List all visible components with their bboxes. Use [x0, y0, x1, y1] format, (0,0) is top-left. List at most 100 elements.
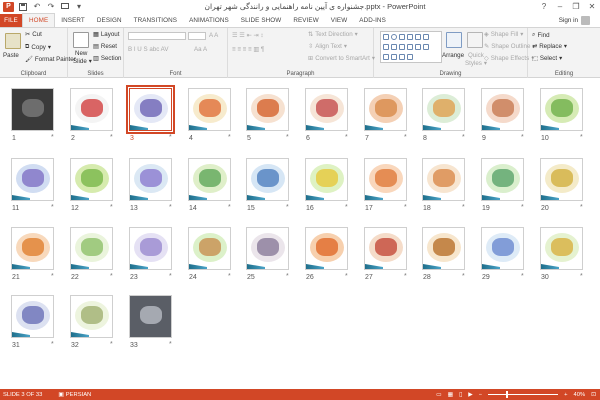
slide-thumbnail[interactable] [188, 227, 231, 270]
slide-thumbnail[interactable] [126, 85, 175, 134]
slide-thumbnail[interactable] [70, 295, 113, 338]
new-slide-button[interactable]: New [75, 50, 87, 57]
rounded-rect-shape-icon[interactable] [383, 44, 389, 50]
slide-thumbnail[interactable] [11, 88, 54, 131]
hexagon-shape-icon[interactable] [415, 44, 421, 50]
close-icon[interactable]: ✕ [584, 0, 600, 13]
rectangle-shape-icon[interactable] [383, 34, 389, 40]
quick-styles-icon[interactable] [467, 32, 483, 48]
new-slide-dropdown[interactable]: Slide ▾ [73, 58, 92, 65]
save-icon[interactable] [18, 2, 28, 12]
tab-insert[interactable]: INSERT [55, 14, 91, 27]
slide-sorter-view-icon[interactable]: ▦ [448, 392, 453, 398]
font-style-buttons[interactable]: B I U S abc AV [128, 46, 168, 53]
cut-button[interactable]: ✂ Cut [25, 31, 42, 38]
slide-thumbnail[interactable] [246, 227, 289, 270]
zoom-slider[interactable] [488, 391, 559, 398]
pentagon-shape-icon[interactable] [383, 54, 389, 60]
tab-slide-show[interactable]: SLIDE SHOW [235, 14, 288, 27]
slide-transition-star-icon[interactable]: * [404, 134, 407, 141]
slide-transition-star-icon[interactable]: * [51, 204, 54, 211]
zoom-level[interactable]: 40% [574, 392, 586, 398]
text-direction-button[interactable]: ⇅ Text Direction ▾ [308, 31, 358, 38]
triangle-shape-icon[interactable] [415, 34, 421, 40]
redo-icon[interactable]: ↷ [46, 2, 56, 12]
zoom-out-icon[interactable]: − [479, 392, 482, 398]
slide-transition-star-icon[interactable]: * [521, 273, 524, 280]
slide-thumbnail[interactable] [70, 158, 113, 201]
slide-transition-star-icon[interactable]: * [110, 134, 113, 141]
slide-transition-star-icon[interactable]: * [345, 134, 348, 141]
tab-review[interactable]: REVIEW [287, 14, 324, 27]
slide-transition-star-icon[interactable]: * [345, 273, 348, 280]
slide-transition-star-icon[interactable]: * [228, 134, 231, 141]
fit-to-window-icon[interactable]: ⊡ [591, 392, 596, 398]
slideshow-view-icon[interactable]: ▶ [468, 392, 472, 398]
chevron-shape-icon[interactable] [423, 44, 429, 50]
help-icon[interactable]: ? [536, 0, 552, 13]
slide-transition-star-icon[interactable]: * [228, 273, 231, 280]
slide-transition-star-icon[interactable]: * [51, 134, 54, 141]
slide-thumbnail[interactable] [305, 88, 348, 131]
slide-transition-star-icon[interactable]: * [404, 204, 407, 211]
slide-transition-star-icon[interactable]: * [462, 273, 465, 280]
replace-button[interactable]: ⇄ Replace ▾ [532, 43, 567, 50]
slide-thumbnail[interactable] [70, 88, 113, 131]
tab-design[interactable]: DESIGN [91, 14, 128, 27]
line-shape-icon[interactable] [399, 34, 405, 40]
arrow-shape-icon[interactable] [407, 34, 413, 40]
paste-button[interactable]: Paste [3, 52, 19, 59]
minimize-icon[interactable]: – [552, 0, 568, 13]
slide-transition-star-icon[interactable]: * [169, 134, 172, 141]
slide-thumbnail[interactable] [188, 158, 231, 201]
start-slideshow-icon[interactable] [60, 2, 70, 12]
slide-transition-star-icon[interactable]: * [462, 134, 465, 141]
reset-button[interactable]: ▤ Reset [93, 43, 117, 50]
slide-thumbnail[interactable] [305, 158, 348, 201]
slide-thumbnail[interactable] [188, 88, 231, 131]
slide-thumbnail[interactable] [540, 158, 583, 201]
bullets-buttons[interactable]: ☰ ☰ ⇤ ⇥ ↕ [232, 32, 263, 39]
slide-transition-star-icon[interactable]: * [110, 204, 113, 211]
quick-styles-button[interactable]: Quick [468, 52, 484, 59]
slide-transition-star-icon[interactable]: * [110, 273, 113, 280]
slide-transition-star-icon[interactable]: * [404, 273, 407, 280]
slide-thumbnail[interactable] [305, 227, 348, 270]
language-indicator[interactable]: ▣ PERSIAN [58, 392, 91, 398]
slide-transition-star-icon[interactable]: * [580, 134, 583, 141]
shape-fill-button[interactable]: ◈ Shape Fill ▾ [484, 31, 523, 38]
slide-transition-star-icon[interactable]: * [51, 341, 54, 348]
slide-thumbnail[interactable] [70, 227, 113, 270]
slide-thumbnail[interactable] [540, 88, 583, 131]
shapes-gallery[interactable] [380, 31, 442, 63]
slide-thumbnail[interactable] [540, 227, 583, 270]
slide-thumbnail[interactable] [364, 88, 407, 131]
callout-shape-icon[interactable] [423, 34, 429, 40]
slide-thumbnail[interactable] [422, 88, 465, 131]
slide-thumbnail[interactable] [11, 158, 54, 201]
slide-thumbnail[interactable] [364, 158, 407, 201]
reading-view-icon[interactable]: ▯ [459, 392, 462, 398]
tab-view[interactable]: VIEW [325, 14, 354, 27]
font-size-input[interactable] [188, 32, 206, 40]
slide-transition-star-icon[interactable]: * [286, 134, 289, 141]
undo-icon[interactable]: ↶ [32, 2, 42, 12]
slide-transition-star-icon[interactable]: * [521, 204, 524, 211]
slide-transition-star-icon[interactable]: * [169, 341, 172, 348]
paste-icon[interactable] [5, 33, 21, 49]
zoom-in-icon[interactable]: + [564, 392, 567, 398]
tab-animations[interactable]: ANIMATIONS [183, 14, 235, 27]
slide-transition-star-icon[interactable]: * [580, 204, 583, 211]
slide-transition-star-icon[interactable]: * [345, 204, 348, 211]
tab-add-ins[interactable]: ADD-INS [353, 14, 392, 27]
flowchart-shape-icon[interactable] [407, 54, 413, 60]
shape-effects-button[interactable]: ◇ Shape Effects ▾ [484, 55, 534, 62]
slide-transition-star-icon[interactable]: * [462, 204, 465, 211]
bracket-shape-icon[interactable] [407, 44, 413, 50]
restore-icon[interactable]: ❐ [568, 0, 584, 13]
slide-thumbnail[interactable] [246, 88, 289, 131]
layout-button[interactable]: ▦ Layout [93, 31, 119, 38]
font-name-input[interactable] [128, 32, 186, 40]
star-shape-icon[interactable] [391, 44, 397, 50]
slide-thumbnail[interactable] [422, 227, 465, 270]
